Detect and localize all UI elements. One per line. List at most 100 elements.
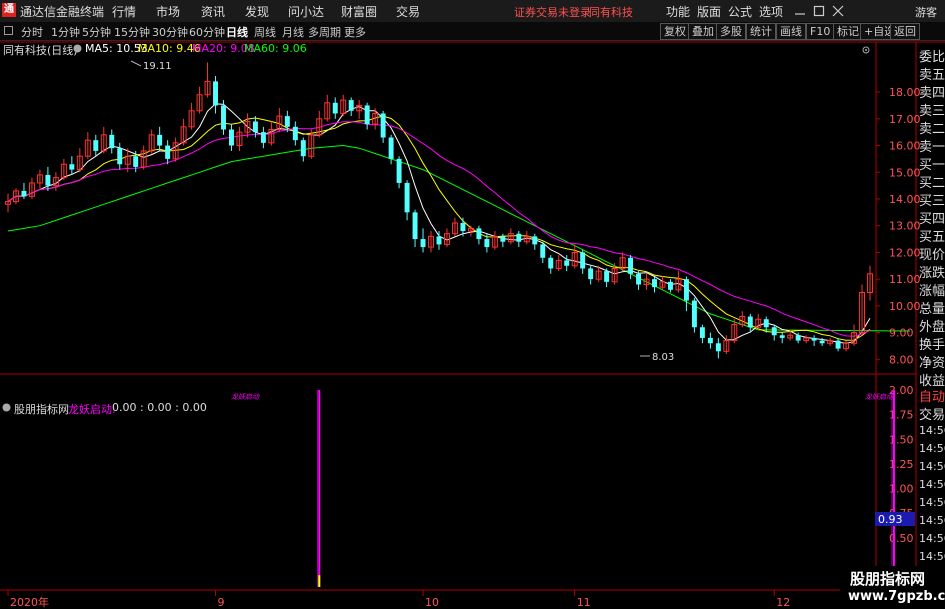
side-item-volume[interactable]: 总量 [919, 298, 945, 317]
candle [460, 223, 466, 232]
candle [532, 236, 538, 245]
period-multi[interactable]: 多周期 [308, 24, 341, 40]
candle [484, 239, 490, 248]
side-item-change-pct[interactable]: 涨幅 [919, 280, 945, 299]
date-axis: 2020年91011121234 [7, 590, 790, 609]
stock-link[interactable]: 同有科技 [589, 4, 633, 20]
app-logo-icon: 通 [2, 3, 16, 17]
side-item-buy2[interactable]: 买二 [919, 172, 945, 191]
low-annotation: 8.03 [640, 352, 674, 363]
side-item-buy5[interactable]: 买五 [919, 226, 945, 245]
candle [516, 233, 522, 242]
menu-item-quotes[interactable]: 行情 [112, 3, 136, 20]
menu-formula[interactable]: 公式 [728, 3, 752, 20]
menu-item-wealth[interactable]: 财富圈 [341, 3, 377, 20]
candle [165, 145, 171, 159]
side-trade-label[interactable]: 交易 [919, 404, 945, 423]
date-tick-label: 9 [218, 596, 225, 609]
menu-item-trade[interactable]: 交易 [396, 3, 420, 20]
side-item-buy3[interactable]: 买三 [919, 190, 945, 209]
tool-back[interactable]: 返回 [890, 23, 920, 40]
menu-options[interactable]: 选项 [759, 3, 783, 20]
trade-time: 14:56 [919, 460, 945, 473]
sidebar-toggle-icon[interactable] [4, 26, 14, 36]
candle [763, 319, 769, 328]
side-item-buy1[interactable]: 买一 [919, 154, 945, 173]
side-item-sell4[interactable]: 卖四 [919, 82, 945, 101]
side-item-outer[interactable]: 外盘 [919, 316, 945, 335]
tool-draw[interactable]: 画线 [776, 23, 806, 40]
menu-item-news[interactable]: 资讯 [201, 3, 225, 20]
guest-label[interactable]: 游客 [915, 4, 937, 20]
side-item-buy4[interactable]: 买四 [919, 208, 945, 227]
ma20-line [7, 121, 871, 337]
price-axis: 18.00 17.00 16.00 15.00 14.00 13.00 12.00 11.00… [876, 86, 921, 366]
date-tick-label: 11 [577, 596, 591, 609]
side-item-sell2[interactable]: 卖二 [919, 118, 945, 137]
ma60-line [7, 144, 910, 332]
side-item-price[interactable]: 现价 [919, 244, 945, 263]
tool-multi-stock[interactable]: 多股 [716, 23, 746, 40]
candle [45, 174, 51, 186]
candle [819, 340, 825, 344]
menu-layout[interactable]: 版面 [697, 3, 721, 20]
candle-series [5, 62, 873, 359]
period-30min[interactable]: 30分钟 [152, 24, 188, 40]
trade-time: 14:56 [919, 442, 945, 455]
indicator-settings-icon[interactable] [2, 403, 11, 412]
side-item-sell5[interactable]: 卖五 [919, 64, 945, 83]
signal-label-1: 龙妖启动 [231, 393, 260, 401]
tool-stats[interactable]: 统计 [746, 23, 776, 40]
tool-adjust[interactable]: 复权 [660, 23, 690, 40]
quote-side-panel: 委比 卖五 卖四 卖三 卖二 卖一 买一 买二 买三 买四 买五 现价 涨跌 涨… [917, 44, 945, 609]
candle [795, 335, 801, 341]
menu-item-market[interactable]: 市场 [156, 3, 180, 20]
candle [404, 182, 410, 213]
period-intraday[interactable]: 分时 [21, 24, 43, 40]
period-daily[interactable]: 日线 [226, 24, 248, 40]
period-1min[interactable]: 1分钟 [51, 24, 80, 40]
candle [779, 335, 785, 338]
minimize-icon[interactable] [794, 5, 806, 17]
menu-item-discover[interactable]: 发现 [245, 3, 269, 20]
trade-time: 14:56 [919, 550, 945, 563]
candle [540, 244, 546, 258]
side-item-netasset[interactable]: 净资 [919, 352, 945, 371]
side-item-change[interactable]: 涨跌 [919, 262, 945, 281]
watermark-url: www.7gpzb.com [848, 589, 945, 604]
side-item-sell1[interactable]: 卖一 [919, 136, 945, 155]
price-tick-label: 12.00 [889, 246, 921, 259]
candle [284, 116, 290, 127]
candle [500, 236, 506, 242]
tool-f10[interactable]: F10 [806, 23, 835, 40]
side-item-turnover[interactable]: 换手 [919, 334, 945, 353]
period-more[interactable]: 更多 [344, 24, 366, 40]
candle [348, 100, 354, 111]
period-5min[interactable]: 5分钟 [82, 24, 111, 40]
login-warning[interactable]: 证券交易未登录 [514, 4, 591, 20]
candle [652, 279, 657, 288]
candle [715, 343, 721, 352]
trade-time: 14:56 [919, 532, 945, 545]
side-item-weibi[interactable]: 委比 [919, 46, 945, 65]
price-tick-label: 9.00 [889, 327, 914, 340]
menu-item-xiaoda[interactable]: 问小达 [288, 3, 324, 20]
period-15min[interactable]: 15分钟 [114, 24, 150, 40]
candle [221, 105, 226, 130]
menu-function[interactable]: 功能 [666, 3, 690, 20]
price-tick-label: 16.00 [889, 140, 921, 153]
price-tick-label: 18.00 [889, 86, 921, 99]
tool-mark[interactable]: 标记 [833, 23, 863, 40]
side-trade-auto[interactable]: 自动 [919, 386, 945, 405]
maximize-icon[interactable] [813, 5, 825, 17]
period-weekly[interactable]: 周线 [254, 24, 276, 40]
side-item-sell3[interactable]: 卖三 [919, 100, 945, 119]
period-60min[interactable]: 60分钟 [189, 24, 225, 40]
indicator-tick-label: 1.25 [889, 458, 914, 471]
kline-chart[interactable]: 18.00 17.00 16.00 15.00 14.00 13.00 12.00 11.00… [0, 40, 945, 609]
low-price-label: 8.03 [652, 352, 674, 363]
tool-overlay[interactable]: 叠加 [688, 23, 718, 40]
period-monthly[interactable]: 月线 [282, 24, 304, 40]
ma5-line [7, 103, 871, 344]
close-icon[interactable] [832, 5, 844, 17]
